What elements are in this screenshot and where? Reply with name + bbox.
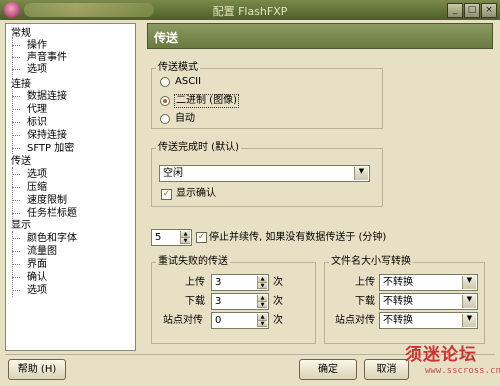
case-convert-label: 文件名大小写转换	[329, 256, 413, 268]
radio-auto[interactable]	[160, 114, 170, 124]
spin-down-icon[interactable]: ▼	[258, 301, 267, 308]
panel-header: 传送	[147, 23, 493, 49]
chevron-down-icon[interactable]: ▼	[462, 276, 476, 289]
case-upload-select[interactable]: 不转换 ▼	[379, 274, 478, 291]
transfer-complete-select[interactable]: 空闲 ▼	[159, 165, 370, 182]
tree-item-transfer-options[interactable]: 选项	[27, 169, 47, 181]
retry-upload-unit: 次	[273, 277, 283, 288]
retry-label: 重试失败的传送	[156, 256, 230, 268]
watermark-url: www.sscross.cn	[425, 366, 500, 376]
minimize-button[interactable]: _	[447, 3, 463, 18]
title-bar: 配置 FlashFXP _ □ ×	[0, 0, 500, 20]
transfer-complete-value: 空闲	[163, 168, 183, 179]
chevron-down-icon[interactable]: ▼	[354, 167, 368, 180]
chevron-down-icon[interactable]: ▼	[462, 295, 476, 308]
show-confirm-label: 显示确认	[176, 188, 216, 199]
radio-ascii-label: ASCII	[175, 76, 202, 87]
spin-down-icon[interactable]: ▼	[258, 282, 267, 289]
tree-item-sftp-encryption[interactable]: SFTP 加密	[27, 143, 74, 155]
tree-item-proxy[interactable]: 代理	[27, 104, 47, 116]
case-download-select[interactable]: 不转换 ▼	[379, 293, 478, 310]
window-title: 配置 FlashFXP	[212, 5, 288, 18]
radio-binary-label: 二进制 (图像)	[174, 94, 239, 108]
case-fxp-select[interactable]: 不转换 ▼	[379, 312, 478, 329]
tree-item-confirm[interactable]: 确认	[27, 272, 47, 284]
tree-item-data-connection[interactable]: 数据连接	[27, 91, 67, 103]
stall-minutes-value: 5	[155, 232, 162, 243]
tree-item-keep-alive[interactable]: 保持连接	[27, 130, 67, 142]
retry-download-label: 下载	[185, 296, 205, 307]
retry-download-unit: 次	[273, 296, 283, 307]
tree-item-taskbar-title[interactable]: 任务栏标题	[27, 208, 77, 220]
tree-item-traffic-graph[interactable]: 流量图	[27, 246, 57, 258]
case-fxp-label: 站点对传	[335, 315, 375, 326]
tree-item-identity[interactable]: 标识	[27, 117, 47, 129]
watermark-logo: 须迷论坛	[405, 345, 477, 365]
retry-upload-value: 3	[215, 277, 222, 288]
retry-fxp-label: 站点对传	[163, 315, 203, 326]
retry-fxp-value: 0	[215, 315, 222, 326]
spin-down-icon[interactable]: ▼	[258, 320, 267, 327]
ok-button[interactable]: 确定	[299, 359, 357, 380]
radio-auto-label: 自动	[175, 113, 195, 124]
help-button[interactable]: 帮助 (H)	[8, 359, 66, 380]
retry-fxp-spinbox[interactable]: 0 ▲ ▼	[211, 312, 269, 329]
case-upload-label: 上传	[355, 277, 375, 288]
category-tree[interactable]: 常规 操作 声音事件 选项 连接 数据连接 代理 标识 保持连接 SFTP 加密…	[5, 23, 136, 351]
case-download-label: 下载	[355, 296, 375, 307]
tree-item-connection[interactable]: 连接	[11, 79, 31, 91]
stall-checkbox[interactable]: ✓	[196, 232, 207, 243]
maximize-button[interactable]: □	[464, 3, 480, 18]
stall-minutes-spinbox[interactable]: 5 ▲ ▼	[151, 229, 192, 246]
show-confirm-checkbox[interactable]: ✓	[161, 189, 172, 200]
retry-download-spinbox[interactable]: 3 ▲ ▼	[211, 293, 269, 310]
spin-down-icon[interactable]: ▼	[181, 237, 190, 244]
tree-item-colors-fonts[interactable]: 颜色和字体	[27, 233, 77, 245]
close-button[interactable]: ×	[481, 3, 497, 18]
transfer-mode-label: 传送模式	[156, 62, 200, 74]
retry-upload-spinbox[interactable]: 3 ▲ ▼	[211, 274, 269, 291]
tree-item-general-options[interactable]: 选项	[27, 64, 47, 76]
retry-download-value: 3	[215, 296, 222, 307]
stall-label: 停止并续传, 如果没有数据传送于 (分钟)	[209, 232, 387, 243]
tree-item-transfer[interactable]: 传送	[11, 156, 31, 168]
panel-title: 传送	[154, 31, 179, 45]
transfer-complete-label: 传送完成时 (默认)	[156, 142, 241, 154]
retry-fxp-unit: 次	[273, 315, 283, 326]
tree-item-display[interactable]: 显示	[11, 220, 31, 232]
cancel-button[interactable]: 取消	[364, 359, 409, 380]
retry-upload-label: 上传	[185, 277, 205, 288]
tree-item-sound-events[interactable]: 声音事件	[27, 52, 67, 64]
chevron-down-icon[interactable]: ▼	[462, 314, 476, 327]
tree-item-display-options[interactable]: 选项	[27, 285, 47, 297]
case-upload-value: 不转换	[383, 277, 413, 288]
case-fxp-value: 不转换	[383, 315, 413, 326]
radio-binary[interactable]	[160, 96, 170, 106]
tree-item-compression[interactable]: 压缩	[27, 182, 47, 194]
tree-item-general[interactable]: 常规	[11, 28, 31, 40]
tree-item-speed-limit[interactable]: 速度限制	[27, 195, 67, 207]
tree-item-operations[interactable]: 操作	[27, 40, 47, 52]
tree-item-interface[interactable]: 界面	[27, 259, 47, 271]
case-download-value: 不转换	[383, 296, 413, 307]
radio-ascii[interactable]	[160, 77, 170, 87]
